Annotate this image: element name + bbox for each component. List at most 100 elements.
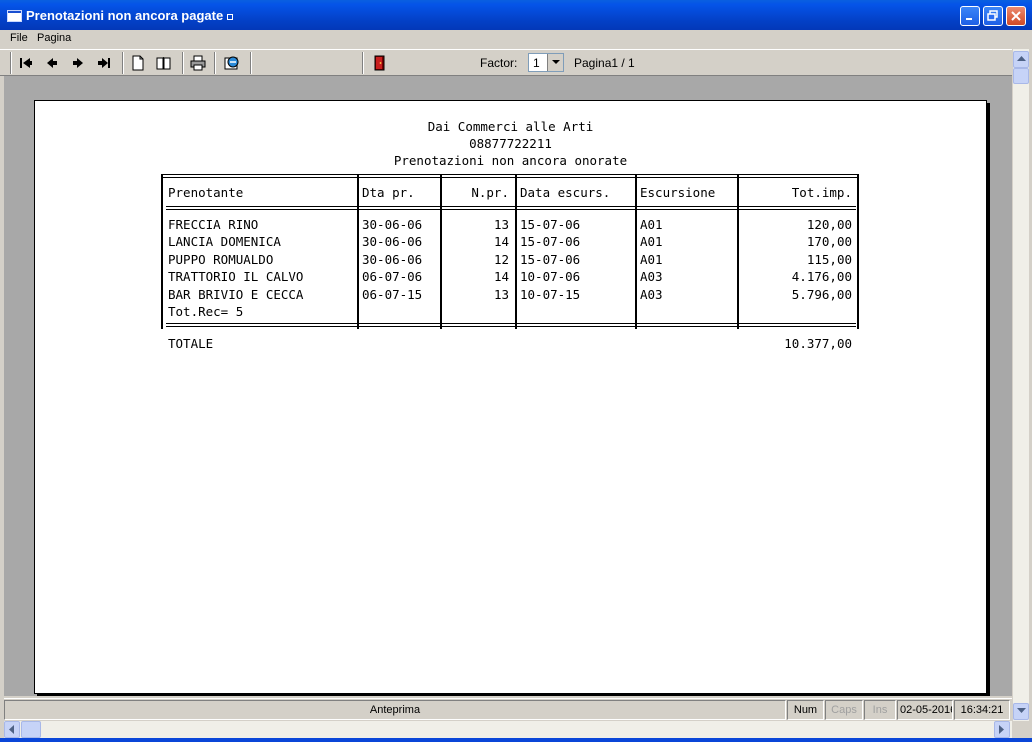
table-border-right <box>857 174 859 329</box>
table-header-line <box>166 206 856 210</box>
single-page-icon <box>132 55 144 71</box>
next-page-button[interactable] <box>68 53 88 73</box>
vertical-scroll-thumb[interactable] <box>1013 68 1029 84</box>
close-button[interactable] <box>1006 6 1026 26</box>
chevron-left-icon <box>9 725 14 734</box>
col-header-dta-pr: Dta pr. <box>362 185 415 200</box>
two-pages-button[interactable] <box>154 53 174 73</box>
vertical-scrollbar[interactable] <box>1012 49 1029 721</box>
last-page-button[interactable] <box>94 53 114 73</box>
table-cell: 30-06-06 <box>362 252 423 267</box>
close-icon <box>1011 11 1021 21</box>
window-icon[interactable] <box>7 10 22 22</box>
tot-rec-label: Tot.Rec= 5 <box>168 304 244 319</box>
col-header-escursione: Escursione <box>640 185 716 200</box>
export-icon <box>224 56 239 70</box>
table-cell: 12 <box>493 252 509 267</box>
col-divider <box>737 174 739 329</box>
status-num: Num <box>787 700 824 720</box>
table-cell: 13 <box>493 287 509 302</box>
toolbar-separator <box>362 52 364 74</box>
col-divider <box>635 174 637 329</box>
maximize-button[interactable] <box>983 6 1003 26</box>
prev-page-button[interactable] <box>42 53 62 73</box>
total-value: 10.377,00 <box>784 336 852 351</box>
window-frame-bottom <box>0 738 1032 742</box>
title-bar[interactable]: Prenotazioni non ancora pagate <box>0 0 1032 30</box>
single-page-button[interactable] <box>128 53 148 73</box>
factor-value: 1 <box>533 56 540 70</box>
toolbar-separator <box>214 52 216 74</box>
col-header-n-pr: N.pr. <box>471 185 509 200</box>
minimize-icon <box>966 18 972 20</box>
preview-area[interactable]: Dai Commerci alle Arti 08877722211 Preno… <box>4 76 1012 696</box>
table-cell: 14 <box>493 269 509 284</box>
first-page-button[interactable] <box>16 53 36 73</box>
report-title: Prenotazioni non ancora onorate <box>393 153 628 168</box>
chevron-down-icon <box>552 60 560 64</box>
table-top-line <box>163 174 859 178</box>
col-divider <box>357 174 359 329</box>
scroll-up-button[interactable] <box>1013 51 1029 68</box>
table-cell: 10-07-15 <box>520 287 581 302</box>
print-button[interactable] <box>188 53 208 73</box>
table-cell: 14 <box>493 234 509 249</box>
table-cell: A01 <box>640 217 663 232</box>
minimize-button[interactable] <box>960 6 980 26</box>
table-cell: 15-07-06 <box>520 217 581 232</box>
table-border-left <box>161 174 163 329</box>
toolbar-separator <box>250 52 252 74</box>
table-cell: 13 <box>493 217 509 232</box>
export-button[interactable] <box>222 53 242 73</box>
status-date: 02-05-2016 <box>897 700 953 720</box>
col-divider <box>440 174 442 329</box>
report-company: Dai Commerci alle Arti <box>427 119 594 134</box>
table-cell: 115,00 <box>806 252 852 267</box>
table-cell: 170,00 <box>806 234 852 249</box>
total-label: TOTALE <box>168 336 214 351</box>
scroll-right-button[interactable] <box>994 721 1010 738</box>
status-caps: Caps <box>825 700 863 720</box>
print-icon <box>190 55 206 71</box>
col-divider <box>515 174 517 329</box>
toolbar-separator <box>182 52 184 74</box>
scroll-left-button[interactable] <box>4 721 20 738</box>
two-pages-icon <box>156 57 171 70</box>
scroll-down-button[interactable] <box>1013 703 1029 720</box>
status-time: 16:34:21 <box>954 700 1010 720</box>
toolbar-grip <box>10 52 12 74</box>
window-title: Prenotazioni non ancora pagate <box>26 8 234 23</box>
toolbar: Factor: 1 Pagina1 / 1 <box>0 49 1012 76</box>
table-cell: 10-07-06 <box>520 269 581 284</box>
table-cell: A01 <box>640 252 663 267</box>
table-cell: 06-07-06 <box>362 269 423 284</box>
next-page-icon <box>73 58 83 68</box>
exit-button[interactable] <box>369 53 389 73</box>
table-cell: 5.796,00 <box>791 287 852 302</box>
factor-select[interactable]: 1 <box>528 53 564 72</box>
table-cell: 30-06-06 <box>362 234 423 249</box>
table-cell: 15-07-06 <box>520 252 581 267</box>
status-ins: Ins <box>864 700 896 720</box>
title-mark-icon <box>227 13 234 20</box>
table-cell: 06-07-15 <box>362 287 423 302</box>
factor-label: Factor: <box>480 56 518 70</box>
menu-pagina[interactable]: Pagina <box>37 32 71 44</box>
chevron-up-icon <box>1017 56 1026 61</box>
horizontal-scrollbar[interactable] <box>4 721 1012 738</box>
menu-file[interactable]: File <box>10 32 28 44</box>
table-cell: PUPPO ROMUALDO <box>168 252 274 267</box>
toolbar-separator <box>122 52 124 74</box>
window-title-text: Prenotazioni non ancora pagate <box>26 8 224 23</box>
chevron-down-icon <box>1017 708 1026 713</box>
table-cell: FRECCIA RINO <box>168 217 259 232</box>
table-cell: TRATTORIO IL CALVO <box>168 269 304 284</box>
table-cell: 4.176,00 <box>791 269 852 284</box>
table-cell: A01 <box>640 234 663 249</box>
first-page-icon <box>20 58 32 68</box>
table-cell: 15-07-06 <box>520 234 581 249</box>
report-phone: 08877722211 <box>469 136 552 151</box>
horizontal-scroll-thumb[interactable] <box>21 721 41 738</box>
status-mode: Anteprima <box>4 700 786 720</box>
factor-dropdown-button[interactable] <box>547 54 563 71</box>
